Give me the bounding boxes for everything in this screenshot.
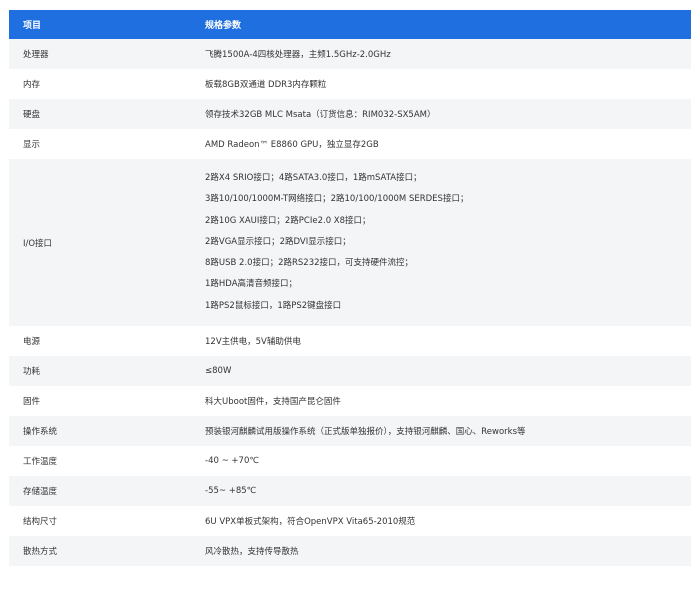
row-label: 存储温度 [9,476,195,506]
table-row: 散热方式 风冷散热，支持传导散热 [9,536,691,566]
row-label: 显示 [9,129,195,159]
header-item: 项目 [9,10,195,39]
table-row-io: I/O接口 2路X4 SRIO接口；4路SATA3.0接口，1路mSATA接口；… [9,159,691,326]
io-line: 2路VGA显示接口；2路DVI显示接口； [205,236,351,247]
row-value: 科大Uboot固件，支持国产昆仑固件 [195,386,691,416]
row-label: 电源 [9,326,195,356]
row-label: 操作系统 [9,416,195,446]
io-line: 8路USB 2.0接口；2路RS232接口，可支持硬件流控； [205,258,414,269]
row-label: 工作温度 [9,446,195,476]
row-label: 固件 [9,386,195,416]
row-label: 功耗 [9,356,195,386]
io-line: 2路10G XAUI接口；2路PCIe2.0 X8接口； [205,215,371,226]
table-row: 处理器 飞腾1500A-4四核处理器，主频1.5GHz-2.0GHz [9,39,691,69]
row-value: 12V主供电，5V辅助供电 [195,326,691,356]
row-value: 风冷散热，支持传导散热 [195,536,691,566]
spec-table-container: 项目 规格参数 处理器 飞腾1500A-4四核处理器，主频1.5GHz-2.0G… [9,10,691,566]
row-value: 预装银河麒麟试用版操作系统（正式版单独报价），支持银河麒麟、国心、Reworks… [195,416,691,446]
table-row: 功耗 ≤80W [9,356,691,386]
table-row: 操作系统 预装银河麒麟试用版操作系统（正式版单独报价），支持银河麒麟、国心、Re… [9,416,691,446]
table-row: 固件 科大Uboot固件，支持国产昆仑固件 [9,386,691,416]
row-value: 板载8GB双通道 DDR3内存颗粒 [195,69,691,99]
io-line: 1路PS2鼠标接口，1路PS2键盘接口 [205,300,342,311]
row-label: 内存 [9,69,195,99]
io-line: 3路10/100/1000M-T网络接口；2路10/100/1000M SERD… [205,194,469,205]
table-row: 结构尺寸 6U VPX单板式架构，符合OpenVPX Vita65-2010规范 [9,506,691,536]
row-label: I/O接口 [9,159,195,326]
row-value: -40 ~ +70℃ [195,446,691,476]
row-value: 飞腾1500A-4四核处理器，主频1.5GHz-2.0GHz [195,39,691,69]
row-value: 领存技术32GB MLC Msata（订货信息：RIM032-SX5AM） [195,99,691,129]
table-row: 硬盘 领存技术32GB MLC Msata（订货信息：RIM032-SX5AM） [9,99,691,129]
row-label: 处理器 [9,39,195,69]
table-header-row: 项目 规格参数 [9,10,691,39]
header-spec: 规格参数 [195,10,691,39]
table-row: 显示 AMD Radeon™ E8860 GPU，独立显存2GB [9,129,691,159]
row-label: 结构尺寸 [9,506,195,536]
row-value: AMD Radeon™ E8860 GPU，独立显存2GB [195,129,691,159]
spec-table: 项目 规格参数 处理器 飞腾1500A-4四核处理器，主频1.5GHz-2.0G… [9,10,691,566]
io-line: 1路HDA高清音频接口； [205,279,298,290]
row-label: 散热方式 [9,536,195,566]
row-value: -55~ +85℃ [195,476,691,506]
row-value-io: 2路X4 SRIO接口；4路SATA3.0接口，1路mSATA接口； 3路10/… [195,159,691,326]
row-label: 硬盘 [9,99,195,129]
table-row: 内存 板载8GB双通道 DDR3内存颗粒 [9,69,691,99]
table-row: 电源 12V主供电，5V辅助供电 [9,326,691,356]
io-line: 2路X4 SRIO接口；4路SATA3.0接口，1路mSATA接口； [205,172,422,183]
table-row: 存储温度 -55~ +85℃ [9,476,691,506]
table-row: 工作温度 -40 ~ +70℃ [9,446,691,476]
row-value: 6U VPX单板式架构，符合OpenVPX Vita65-2010规范 [195,506,691,536]
row-value: ≤80W [195,356,691,386]
